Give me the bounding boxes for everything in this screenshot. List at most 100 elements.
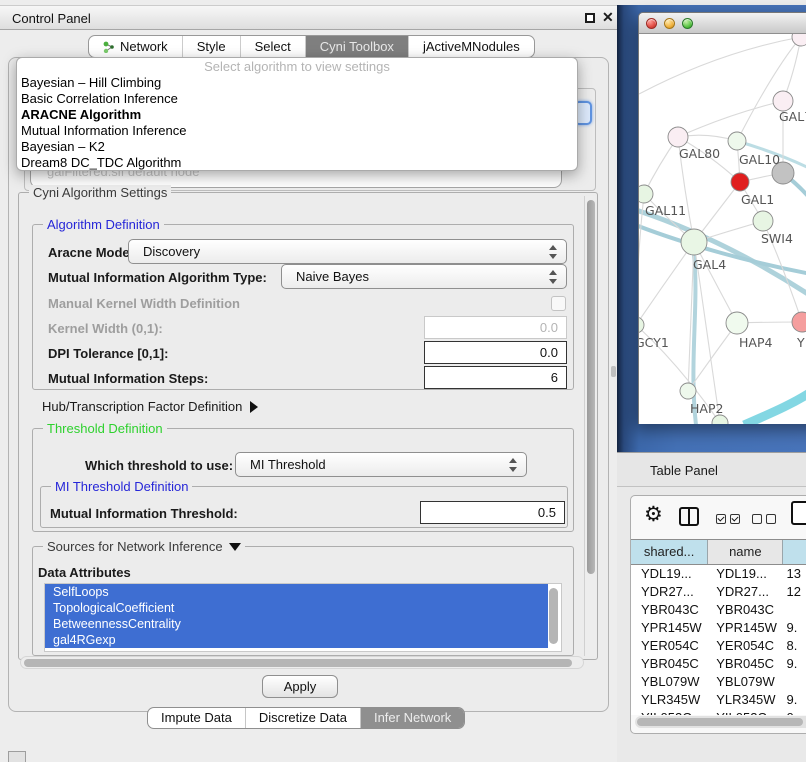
data-attributes-label: Data Attributes <box>38 565 131 580</box>
column-header-name[interactable]: name <box>708 540 783 564</box>
column-header-partial[interactable] <box>783 540 806 564</box>
tab-style[interactable]: Style <box>182 36 240 57</box>
table-row[interactable]: YDL19...YDL19...13 <box>631 565 806 583</box>
close-icon[interactable]: ✕ <box>602 9 614 26</box>
table-toolbar: ⚙ <box>631 496 806 539</box>
list-item[interactable]: gal4RGexp <box>45 632 548 648</box>
mi-steps-label: Mutual Information Steps: <box>48 371 208 386</box>
clear-checkbox-icon[interactable] <box>752 514 762 524</box>
table-row[interactable]: YBR045CYBR045C9. <box>631 655 806 673</box>
combo-spinner-icon <box>549 269 557 285</box>
network-window-titlebar[interactable] <box>639 13 806 34</box>
network-canvas[interactable]: GAL7 GAL80 GAL10 GAL1 GAL11 SWI4 GAL4 GC… <box>639 34 806 424</box>
sources-group-title[interactable]: Sources for Network Inference <box>43 539 245 554</box>
gear-icon[interactable]: ⚙ <box>644 502 663 527</box>
network-view-window[interactable]: GAL7 GAL80 GAL10 GAL1 GAL11 SWI4 GAL4 GC… <box>638 12 806 424</box>
disclosure-expanded-icon <box>229 543 241 551</box>
table-rows: YDL19...YDL19...13 YDR27...YDR27...12 YB… <box>631 565 806 715</box>
settings-vertical-scrollbar[interactable] <box>584 196 596 656</box>
table-horizontal-scrollbar[interactable] <box>635 716 806 728</box>
table-row[interactable]: YPR145WYPR145W9. <box>631 619 806 637</box>
table-panel-titlebar: Table Panel <box>617 452 806 487</box>
algorithm-dropdown-popup: Select algorithm to view settings Bayesi… <box>16 57 578 171</box>
minimize-traffic-icon[interactable] <box>664 18 675 29</box>
manual-kernel-width-label: Manual Kernel Width Definition <box>48 296 240 311</box>
popup-item[interactable]: Bayesian – Hill Climbing <box>17 75 577 91</box>
settings-horizontal-scrollbar[interactable] <box>20 656 584 669</box>
tab-discretize-data[interactable]: Discretize Data <box>245 708 360 728</box>
tab-jactivemnodules[interactable]: jActiveMNodules <box>408 36 534 57</box>
node-table: shared... name YDL19...YDL19...13 YDR27.… <box>631 539 806 715</box>
column-header-shared[interactable]: shared... <box>631 540 708 564</box>
scrollbar-thumb[interactable] <box>587 200 595 574</box>
mi-algorithm-type-combo[interactable]: Naive Bayes <box>281 264 567 289</box>
float-window-icon[interactable] <box>585 13 595 23</box>
data-attributes-list[interactable]: SelfLoops TopologicalCoefficient Between… <box>44 583 562 652</box>
list-scrollbar[interactable] <box>549 588 558 644</box>
apply-button[interactable]: Apply <box>262 675 338 698</box>
control-panel-tabs: Network Style Select Cyni Toolbox jActiv… <box>88 35 535 58</box>
aracne-mode-combo[interactable]: Discovery <box>128 239 567 264</box>
kernel-width-field[interactable]: 0.0 <box>424 316 567 339</box>
select-all-checkbox-icon[interactable] <box>716 514 726 524</box>
popup-item[interactable]: Dream8 DC_TDC Algorithm <box>17 155 577 171</box>
select-all-checkbox-icon[interactable] <box>730 514 740 524</box>
settings-group-title: Cyni Algorithm Settings <box>29 185 171 200</box>
hub-definition-disclosure[interactable]: Hub/Transcription Factor Definition <box>42 399 258 414</box>
node-label: GAL4 <box>693 257 726 272</box>
panel-title: Control Panel <box>12 11 91 26</box>
which-threshold-label: Which threshold to use: <box>85 458 233 473</box>
list-item[interactable]: TopologicalCoefficient <box>45 600 548 616</box>
tab-network[interactable]: Network <box>89 36 182 57</box>
manual-kernel-width-checkbox[interactable] <box>551 296 566 311</box>
clear-checkbox-icon[interactable] <box>766 514 776 524</box>
node-label: HAP4 <box>739 335 772 350</box>
tab-impute-data[interactable]: Impute Data <box>148 708 245 728</box>
popup-item[interactable]: Basic Correlation Inference <box>17 91 577 107</box>
which-threshold-combo[interactable]: MI Threshold <box>235 452 527 477</box>
split-pane-handle[interactable] <box>611 366 616 377</box>
close-traffic-icon[interactable] <box>646 18 657 29</box>
list-item[interactable]: SelfLoops <box>45 584 548 600</box>
table-row[interactable]: YLR345WYLR345W9. <box>631 691 806 709</box>
node-label: GAL11 <box>645 203 686 218</box>
combo-spinner-icon <box>549 244 557 260</box>
tab-infer-network[interactable]: Infer Network <box>360 708 464 728</box>
node-label: GAL1 <box>741 192 774 207</box>
list-item[interactable]: BetweennessCentrality <box>45 616 548 632</box>
scrollbar-thumb[interactable] <box>24 659 572 667</box>
node-label: HAP2 <box>690 401 723 416</box>
popup-item[interactable]: Bayesian – K2 <box>17 139 577 155</box>
mi-threshold-field[interactable]: 0.5 <box>420 501 565 524</box>
table-header-row: shared... name <box>631 539 806 565</box>
tab-cyni-toolbox[interactable]: Cyni Toolbox <box>305 36 408 57</box>
combo-spinner-icon <box>509 457 517 473</box>
zoom-traffic-icon[interactable] <box>682 18 693 29</box>
popup-item[interactable]: Mutual Information Inference <box>17 123 577 139</box>
tab-select[interactable]: Select <box>240 36 305 57</box>
popup-item-selected[interactable]: ARACNE Algorithm <box>17 107 577 123</box>
node-label: Y <box>797 335 805 350</box>
table-row[interactable]: YDR27...YDR27...12 <box>631 583 806 601</box>
mi-threshold-definition-title: MI Threshold Definition <box>51 479 192 494</box>
scrollbar-thumb[interactable] <box>637 718 803 726</box>
disclosure-collapsed-icon <box>250 401 258 413</box>
node-label: GAL80 <box>679 146 720 161</box>
network-graph <box>639 34 806 424</box>
mi-threshold-label: Mutual Information Threshold: <box>50 506 238 521</box>
dpi-tolerance-label: DPI Tolerance [0,1]: <box>48 346 168 361</box>
node-label: GAL7 <box>779 109 806 124</box>
columns-icon[interactable] <box>679 507 699 526</box>
window-grip-icon[interactable] <box>8 751 26 762</box>
table-row[interactable]: YBL079WYBL079W <box>631 673 806 691</box>
function-icon[interactable] <box>791 501 806 525</box>
table-row[interactable]: YBR043CYBR043C <box>631 601 806 619</box>
table-row[interactable]: YIL052CYIL052C0. <box>631 709 806 715</box>
node-table-container: ⚙ shared... name YDL19...YDL19...13 YDR2… <box>630 495 806 734</box>
table-row[interactable]: YER054CYER054C8. <box>631 637 806 655</box>
screen: Control Panel ✕ Network Style Select Cyn… <box>0 0 806 762</box>
mi-steps-field[interactable]: 6 <box>424 366 567 389</box>
kernel-width-label: Kernel Width (0,1): <box>48 321 163 336</box>
dpi-tolerance-field[interactable]: 0.0 <box>424 341 567 364</box>
mi-algorithm-type-label: Mutual Information Algorithm Type: <box>48 270 267 285</box>
